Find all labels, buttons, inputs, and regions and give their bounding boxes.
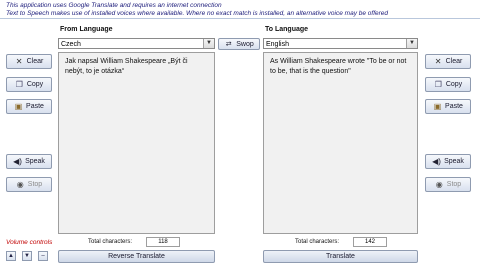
- right-clear-button[interactable]: ✕ Clear: [425, 54, 471, 69]
- reverse-translate-button[interactable]: Reverse Translate: [58, 250, 215, 263]
- close-icon: ✕: [15, 57, 23, 66]
- info-line-1: This application uses Google Translate a…: [6, 2, 222, 9]
- volume-up-button[interactable]: ▲: [6, 251, 16, 261]
- from-count-label: Total characters:: [88, 239, 133, 245]
- left-stop-button[interactable]: ◉ Stop: [6, 177, 52, 192]
- chevron-down-icon: ▼: [203, 39, 214, 48]
- volume-mute-button[interactable]: –: [38, 251, 48, 261]
- from-language-select[interactable]: Czech ▼: [58, 38, 215, 49]
- from-count-value: 118: [146, 237, 180, 247]
- left-paste-button[interactable]: ▣ Paste: [6, 99, 52, 114]
- volume-down-button[interactable]: ▼: [22, 251, 32, 261]
- right-speak-label: Speak: [444, 158, 464, 165]
- to-language-value: English: [266, 41, 289, 48]
- right-speak-button[interactable]: ◀) Speak: [425, 154, 471, 169]
- copy-icon: ❐: [15, 80, 23, 89]
- stop-icon: ◉: [16, 180, 24, 189]
- right-paste-button[interactable]: ▣ Paste: [425, 99, 471, 114]
- right-copy-label: Copy: [445, 81, 463, 88]
- swop-label: Swop: [236, 40, 254, 48]
- info-line-2: Text to Speech makes use of installed vo…: [6, 10, 389, 17]
- speaker-icon: ◀): [432, 157, 441, 166]
- right-clear-label: Clear: [445, 58, 463, 65]
- translate-button[interactable]: Translate: [263, 250, 418, 263]
- paste-icon: ▣: [14, 102, 23, 111]
- close-icon: ✕: [434, 57, 442, 66]
- divider: [0, 18, 480, 19]
- right-copy-button[interactable]: ❐ Copy: [425, 77, 471, 92]
- volume-controls-label: Volume controls: [6, 239, 53, 246]
- to-language-select[interactable]: English ▼: [263, 38, 418, 49]
- copy-icon: ❐: [434, 80, 442, 89]
- left-stop-label: Stop: [27, 181, 43, 188]
- left-speak-label: Speak: [25, 158, 45, 165]
- left-paste-label: Paste: [26, 103, 44, 110]
- swop-button[interactable]: ⇄ Swop: [218, 38, 260, 50]
- right-stop-label: Stop: [446, 181, 462, 188]
- source-text-area[interactable]: Jak napsal William Shakespeare „Být či n…: [58, 52, 215, 234]
- chevron-down-icon: ▼: [406, 39, 417, 48]
- right-stop-button[interactable]: ◉ Stop: [425, 177, 471, 192]
- to-language-label: To Language: [265, 26, 309, 33]
- left-copy-button[interactable]: ❐ Copy: [6, 77, 52, 92]
- arrow-down-icon: ▼: [24, 253, 30, 259]
- translated-text: As William Shakespeare wrote "To be or n…: [270, 58, 407, 75]
- source-text: Jak napsal William Shakespeare „Být či n…: [65, 58, 188, 75]
- to-count-label: Total characters:: [295, 239, 340, 245]
- left-clear-button[interactable]: ✕ Clear: [6, 54, 52, 69]
- swap-icon: ⇄: [225, 40, 232, 48]
- from-language-value: Czech: [61, 41, 81, 48]
- speaker-icon: ◀): [13, 157, 22, 166]
- paste-icon: ▣: [433, 102, 442, 111]
- dash-icon: –: [41, 253, 45, 259]
- arrow-up-icon: ▲: [8, 253, 14, 259]
- to-count-value: 142: [353, 237, 387, 247]
- from-language-label: From Language: [60, 26, 113, 33]
- stop-icon: ◉: [435, 180, 443, 189]
- left-speak-button[interactable]: ◀) Speak: [6, 154, 52, 169]
- translated-text-area[interactable]: As William Shakespeare wrote "To be or n…: [263, 52, 418, 234]
- left-copy-label: Copy: [26, 81, 44, 88]
- left-clear-label: Clear: [26, 58, 44, 65]
- right-paste-label: Paste: [445, 103, 463, 110]
